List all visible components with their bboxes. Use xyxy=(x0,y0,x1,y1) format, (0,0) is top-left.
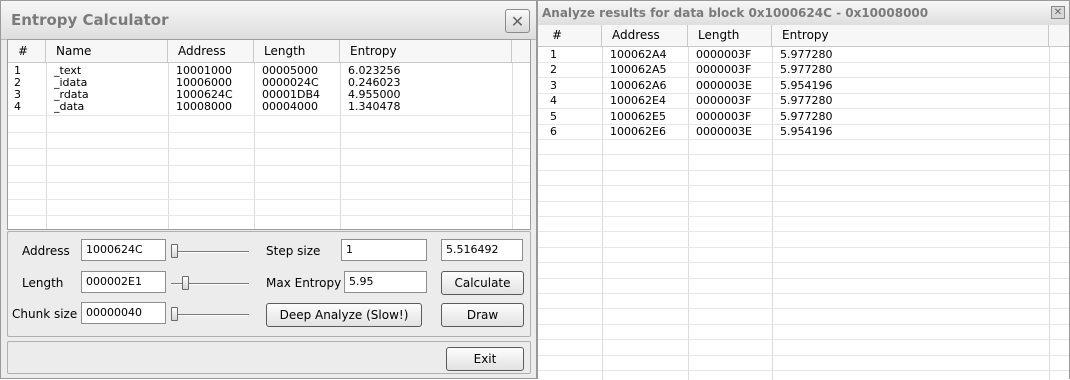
column-header-name[interactable]: Name xyxy=(46,40,168,62)
analyze-results-window: Analyze results for data block 0x1000624… xyxy=(537,0,1070,380)
max-entropy-label: Max Entropy xyxy=(266,276,342,290)
column-header-length[interactable]: Length xyxy=(688,25,772,46)
deep-analyze-button[interactable]: Deep Analyze (Slow!) xyxy=(266,303,422,327)
table-cell: 5.977280 xyxy=(780,109,833,123)
title-bar: Analyze results for data block 0x1000624… xyxy=(538,1,1069,26)
column-header-number[interactable]: # xyxy=(8,40,46,62)
close-icon: ✕ xyxy=(510,11,525,31)
table-row[interactable]: 4 100062E4 0000003F 5.977280 xyxy=(538,95,1069,107)
table-cell: 5.977280 xyxy=(780,63,833,77)
table-cell: 0000003F xyxy=(696,63,752,77)
table-row[interactable]: 6 100062E6 0000003E 5.954196 xyxy=(538,126,1069,138)
window-title: Analyze results for data block 0x1000624… xyxy=(542,6,929,20)
step-size-field[interactable]: 1 xyxy=(341,239,427,261)
table-header: # Name Address Length Entropy xyxy=(8,40,530,63)
column-header-length[interactable]: Length xyxy=(254,40,340,62)
close-icon: ✕ xyxy=(1053,7,1063,18)
column-header-address[interactable]: Address xyxy=(168,40,254,62)
table-cell: 0000003E xyxy=(696,125,752,138)
table-row[interactable]: 5 100062E5 0000003F 5.977280 xyxy=(538,109,1069,123)
table-row[interactable]: 3 100062A6 0000003E 5.954196 xyxy=(538,78,1069,92)
slider-thumb[interactable] xyxy=(171,244,178,258)
address-slider[interactable] xyxy=(171,241,249,263)
calculate-button[interactable]: Calculate xyxy=(441,271,524,295)
table-cell: 0000003F xyxy=(696,109,752,123)
table-cell: 3 xyxy=(550,78,557,92)
chunk-size-slider[interactable] xyxy=(171,304,249,326)
length-slider[interactable] xyxy=(171,273,249,295)
table-body: 1 _text 10001000 00005000 6.023256 2 _idata 100… xyxy=(8,63,530,229)
address-label: Address xyxy=(22,244,70,258)
table-cell: 2 xyxy=(550,63,557,77)
table-cell: _data xyxy=(54,100,85,113)
window-title: Entropy Calculator xyxy=(11,11,169,29)
entropy-calculator-window: Entropy Calculator ✕ # Name Address Leng… xyxy=(0,0,537,379)
table-header: # Address Length Entropy xyxy=(538,25,1069,47)
table-cell: 0000003F xyxy=(696,48,752,61)
sections-table[interactable]: # Name Address Length Entropy 1 _text 1000… xyxy=(7,39,531,230)
column-header-number[interactable]: # xyxy=(538,25,602,46)
table-body: 1 100062A4 0000003F 5.977280 2 100062A5 000000… xyxy=(538,47,1069,380)
table-cell: 100062A6 xyxy=(610,78,667,92)
column-header-entropy[interactable]: Entropy xyxy=(772,25,1049,46)
close-button[interactable]: ✕ xyxy=(1051,6,1065,19)
exit-panel: Exit xyxy=(7,341,531,374)
exit-button[interactable]: Exit xyxy=(446,347,524,371)
column-header-entropy[interactable]: Entropy xyxy=(340,40,512,62)
table-cell: 5.954196 xyxy=(780,125,833,138)
length-label: Length xyxy=(22,276,64,290)
title-bar: Entropy Calculator ✕ xyxy=(1,1,536,40)
table-cell: 6 xyxy=(550,125,557,138)
column-header-address[interactable]: Address xyxy=(602,25,688,46)
table-cell: 0000003F xyxy=(696,94,752,108)
table-row[interactable]: 4 _data 10008000 00004000 1.340478 xyxy=(8,101,530,113)
controls-panel: Address 1000624C Length 000002E1 Chunk s… xyxy=(7,231,531,337)
step-size-label: Step size xyxy=(266,244,321,258)
slider-thumb[interactable] xyxy=(171,307,178,321)
results-table[interactable]: # Address Length Entropy 1 100062A4 000000… xyxy=(538,25,1069,380)
draw-button[interactable]: Draw xyxy=(441,303,524,327)
table-cell: 100062E4 xyxy=(610,94,666,108)
table-cell: 5.977280 xyxy=(780,48,833,61)
table-cell: 1 xyxy=(550,48,557,61)
table-cell: 10008000 xyxy=(176,100,232,113)
entropy-result-field[interactable]: 5.516492 xyxy=(441,239,523,261)
table-cell: 5 xyxy=(550,109,557,123)
max-entropy-field[interactable]: 5.95 xyxy=(344,271,427,293)
table-cell: 100062A5 xyxy=(610,63,667,77)
table-cell: 5.977280 xyxy=(780,94,833,108)
table-cell: 00004000 xyxy=(262,100,318,113)
table-cell: 0000003E xyxy=(696,78,752,92)
table-cell: 100062E6 xyxy=(610,125,666,138)
table-row[interactable]: 1 100062A4 0000003F 5.977280 xyxy=(538,49,1069,61)
table-cell: 5.954196 xyxy=(780,78,833,92)
chunk-size-label: Chunk size xyxy=(12,307,78,321)
table-row[interactable]: 2 100062A5 0000003F 5.977280 xyxy=(538,64,1069,76)
table-cell: 100062E5 xyxy=(610,109,666,123)
table-cell: 4 xyxy=(550,94,557,108)
table-cell: 1.340478 xyxy=(348,100,401,113)
address-field[interactable]: 1000624C xyxy=(81,239,166,261)
table-cell: 4 xyxy=(14,100,21,113)
table-cell: 100062A4 xyxy=(610,48,667,61)
length-field[interactable]: 000002E1 xyxy=(81,271,166,293)
close-button[interactable]: ✕ xyxy=(505,9,530,33)
slider-thumb[interactable] xyxy=(182,276,189,290)
chunk-size-field[interactable]: 00000040 xyxy=(81,302,166,324)
